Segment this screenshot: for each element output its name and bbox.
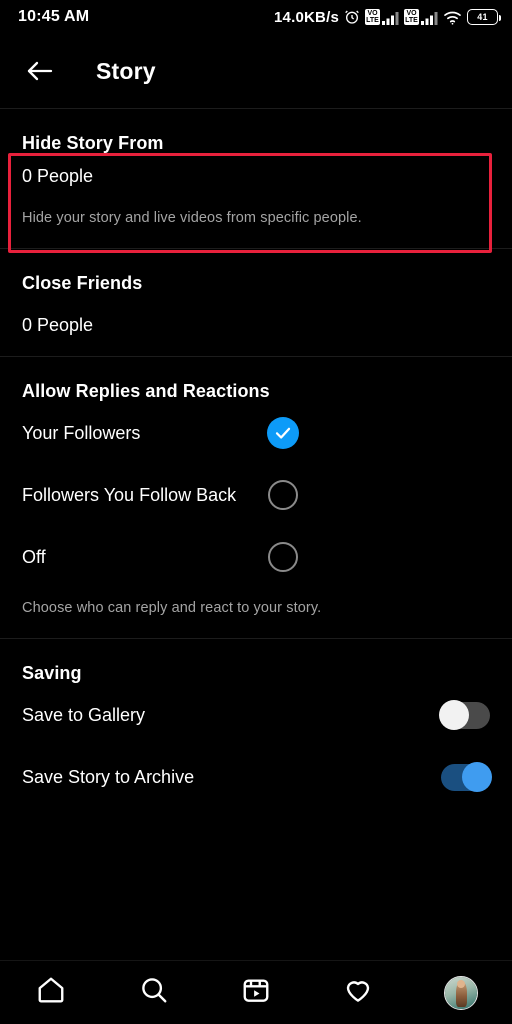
option-followers-you-follow-back[interactable]: Followers You Follow Back [22,464,490,526]
radio-unchecked-icon [268,542,298,572]
option-label: Your Followers [22,422,141,443]
reels-icon [241,975,271,1010]
nav-home[interactable] [0,961,102,1024]
save-to-gallery-label: Save to Gallery [22,704,146,725]
close-friends-section[interactable]: Close Friends 0 People [0,249,512,356]
option-off[interactable]: Off [22,526,490,588]
toggle-knob [462,762,492,792]
profile-avatar [443,975,478,1010]
close-friends-heading: Close Friends [22,273,143,293]
save-story-to-archive-toggle[interactable] [441,762,492,792]
hide-story-row[interactable]: 0 People [22,154,490,198]
allow-replies-caption: Choose who can reply and react to your s… [22,600,322,616]
close-friends-row[interactable]: 0 People [22,294,490,356]
row-save-to-gallery[interactable]: Save to Gallery [22,684,490,746]
sim2-volte-icon: VO LTE [404,9,419,25]
save-story-to-archive-label: Save Story to Archive [22,766,195,787]
sim2-indicator: VO LTE [404,9,438,25]
story-settings-screen: 10:45 AM 14.0KB/s VO LTE VO LTE 41 Story… [0,0,512,1024]
allow-replies-section: Allow Replies and Reactions Your Followe… [0,357,512,638]
radio-your-followers[interactable] [266,416,300,450]
hide-story-section[interactable]: Hide Story From 0 People Hide your story… [0,109,512,248]
status-bar: 10:45 AM 14.0KB/s VO LTE VO LTE 41 [0,0,512,34]
radio-followers-you-follow-back[interactable] [266,478,300,512]
saving-section: Saving Save to Gallery Save Story to Arc… [0,639,512,808]
nav-search[interactable] [102,961,204,1024]
alarm-clock-icon [344,9,360,25]
saving-heading: Saving [22,663,82,683]
row-save-story-to-archive[interactable]: Save Story to Archive [22,746,492,808]
sim1-signal-icon [382,11,399,25]
bottom-navigation-bar [0,960,512,1024]
battery-indicator: 41 [467,9,501,25]
option-your-followers[interactable]: Your Followers [22,402,490,464]
save-to-gallery-toggle[interactable] [439,700,490,730]
radio-checked-icon [267,417,299,449]
allow-replies-heading: Allow Replies and Reactions [22,381,270,401]
sim1-volte-icon: VO LTE [365,9,380,25]
battery-percent-label: 41 [477,12,488,22]
radio-off[interactable] [266,540,300,574]
page-title: Story [96,57,156,84]
wifi-icon [443,10,462,25]
hide-story-value: 0 People [22,165,94,186]
sim1-indicator: VO LTE [365,9,399,25]
app-header: Story [0,34,512,108]
toggle-knob [439,700,469,730]
radio-unchecked-icon [268,480,298,510]
nav-profile[interactable] [410,961,512,1024]
status-bar-icons: 14.0KB/s VO LTE VO LTE 41 [274,8,501,26]
hide-story-caption: Hide your story and live videos from spe… [22,210,362,226]
status-bar-clock: 10:45 AM [18,8,90,25]
nav-activity[interactable] [307,961,409,1024]
heart-icon [343,975,373,1010]
close-friends-value: 0 People [22,314,94,335]
search-icon [139,975,169,1010]
option-label: Off [22,546,46,567]
sim2-signal-icon [421,11,438,25]
option-label: Followers You Follow Back [22,484,237,505]
network-speed-indicator: 14.0KB/s [274,8,339,26]
back-arrow-icon[interactable] [20,51,60,91]
home-icon [36,975,66,1010]
hide-story-heading: Hide Story From [22,133,164,153]
nav-reels[interactable] [205,961,307,1024]
